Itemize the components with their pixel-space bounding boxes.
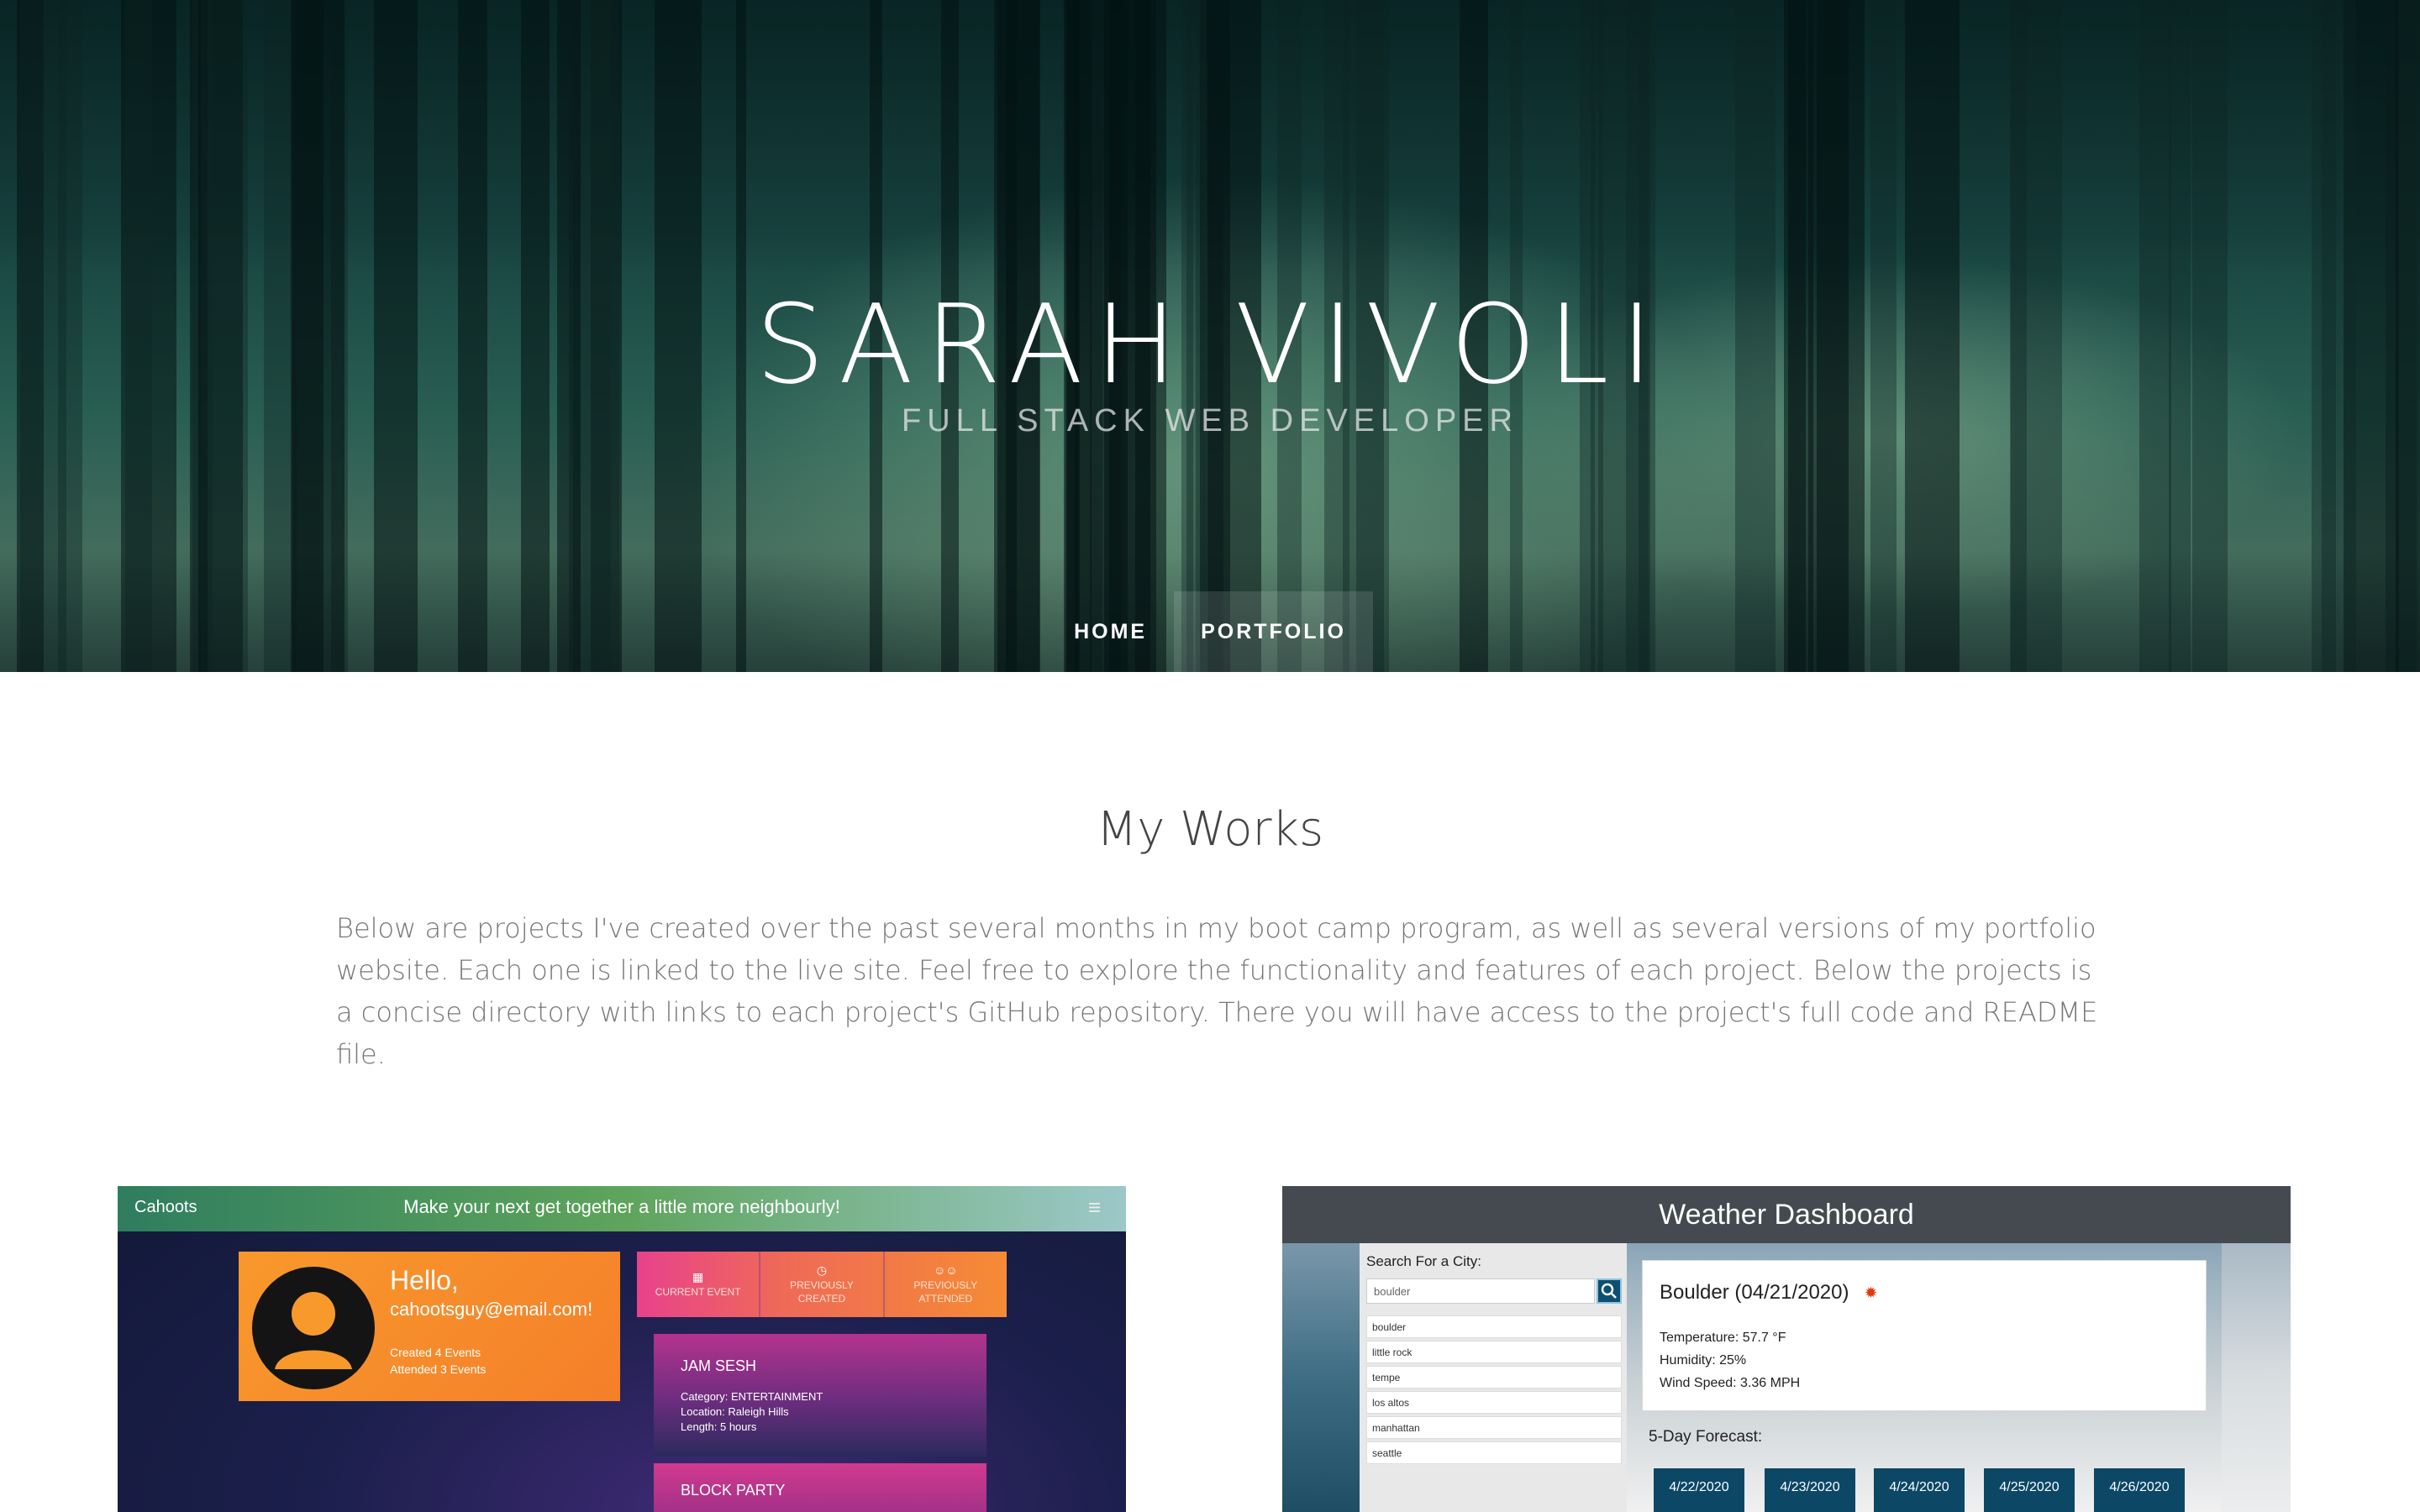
weather-sidebar: Search For a City: boulder boulder littl… — [1360, 1243, 1627, 1512]
project-card-cahoots[interactable]: Cahoots Make your next get together a li… — [118, 1186, 1126, 1512]
stat-attended: Attended 3 Events — [390, 1362, 487, 1376]
forecast-day: 4/23/2020 — [1765, 1468, 1855, 1512]
history-icon: ◷ — [816, 1263, 828, 1277]
hero-banner: SARAH VIVOLI FULL STACK WEB DEVELOPER HO… — [0, 0, 2420, 672]
cahoots-navbar: Cahoots Make your next get together a li… — [118, 1186, 1126, 1231]
sky-background — [2222, 1243, 2291, 1512]
event-category: Category: ENTERTAINMENT — [681, 1390, 823, 1403]
cahoots-tagline: Make your next get together a little mor… — [403, 1196, 840, 1217]
tab-previously-attended[interactable]: ☺☺ PREVIOUSLY ATTENDED — [885, 1252, 1007, 1317]
humidity: Humidity: 25% — [1660, 1353, 1747, 1368]
history-item[interactable]: los altos — [1366, 1391, 1622, 1414]
nav-portfolio[interactable]: PORTFOLIO — [1174, 591, 1373, 672]
history-item[interactable]: boulder — [1366, 1315, 1622, 1338]
wind-speed: Wind Speed: 3.36 MPH — [1660, 1376, 1801, 1390]
sky-background — [1282, 1243, 1360, 1512]
cahoots-email: cahootsguy@email.com! — [390, 1299, 593, 1320]
site-name: SARAH VIVOLI — [755, 281, 1665, 408]
tab-label-2: ATTENDED — [918, 1293, 973, 1305]
history-item[interactable]: manhattan — [1366, 1416, 1622, 1439]
cahoots-greeting: Hello, — [390, 1265, 459, 1295]
main-nav: HOME PORTFOLIO — [0, 591, 2420, 672]
event-length: Length: 5 hours — [681, 1420, 757, 1433]
forecast-day: 4/22/2020 — [1654, 1468, 1744, 1512]
tab-label-2: CREATED — [797, 1293, 846, 1305]
forecast-label: 5-Day Forecast: — [1649, 1428, 1763, 1446]
tab-current-event[interactable]: ▦ CURRENT EVENT — [637, 1252, 761, 1317]
project-card-weather[interactable]: Weather Dashboard Search For a City: bou… — [1282, 1186, 2291, 1512]
section-description: Below are projects I've created over the… — [336, 912, 2098, 1070]
city-date-title: Boulder (04/21/2020) — [1660, 1281, 1849, 1304]
search-label: Search For a City: — [1366, 1253, 1481, 1269]
tab-label: CURRENT EVENT — [655, 1286, 741, 1298]
stat-created: Created 4 Events — [390, 1346, 481, 1359]
history-item[interactable]: tempe — [1366, 1366, 1622, 1389]
hamburger-menu-icon: ≡ — [1087, 1194, 1101, 1220]
forecast-day: 4/25/2020 — [1984, 1468, 2075, 1512]
history-item[interactable]: little rock — [1366, 1341, 1622, 1363]
event-card[interactable]: BLOCK PARTY — [654, 1463, 986, 1512]
event-location: Location: Raleigh Hills — [681, 1405, 789, 1418]
current-weather-panel: Boulder (04/21/2020) ✹ Temperature: 57.7… — [1642, 1260, 2207, 1411]
avatar-icon — [252, 1267, 375, 1389]
history-item[interactable]: seattle — [1366, 1441, 1622, 1464]
sun-icon: ✹ — [1865, 1284, 1878, 1301]
city-search-input[interactable]: boulder — [1366, 1278, 1595, 1304]
nav-home[interactable]: HOME — [1047, 591, 1174, 672]
calendar-icon: ▦ — [692, 1270, 704, 1284]
people-icon: ☺☺ — [934, 1263, 958, 1277]
weather-header: Weather Dashboard — [1282, 1186, 2291, 1243]
cahoots-stats: Created 4 Events Attended 3 Events — [390, 1344, 486, 1378]
event-meta: Category: ENTERTAINMENT Location: Raleig… — [681, 1389, 823, 1435]
forecast-day: 4/24/2020 — [1874, 1468, 1965, 1512]
event-card[interactable]: JAM SESH Category: ENTERTAINMENT Locatio… — [654, 1334, 986, 1457]
site-subtitle: FULL STACK WEB DEVELOPER — [902, 403, 1518, 438]
tab-label: PREVIOUSLY — [790, 1279, 854, 1291]
cahoots-tabs: ▦ CURRENT EVENT ◷ PREVIOUSLY CREATED ☺☺ … — [637, 1252, 1007, 1317]
temperature: Temperature: 57.7 °F — [1660, 1331, 1786, 1345]
event-title: JAM SESH — [681, 1357, 757, 1374]
event-title: BLOCK PARTY — [681, 1482, 786, 1499]
weather-details: Temperature: 57.7 °F Humidity: 25% Wind … — [1660, 1326, 1800, 1394]
cahoots-profile-card: Hello, cahootsguy@email.com! Created 4 E… — [239, 1252, 620, 1401]
forecast-day: 4/26/2020 — [2094, 1468, 2185, 1512]
tab-label: PREVIOUSLY — [913, 1279, 978, 1291]
search-icon[interactable] — [1597, 1278, 1622, 1304]
tab-previously-created[interactable]: ◷ PREVIOUSLY CREATED — [760, 1252, 885, 1317]
search-history: boulder little rock tempe los altos manh… — [1366, 1315, 1622, 1467]
section-title: My Works — [1096, 802, 1324, 857]
